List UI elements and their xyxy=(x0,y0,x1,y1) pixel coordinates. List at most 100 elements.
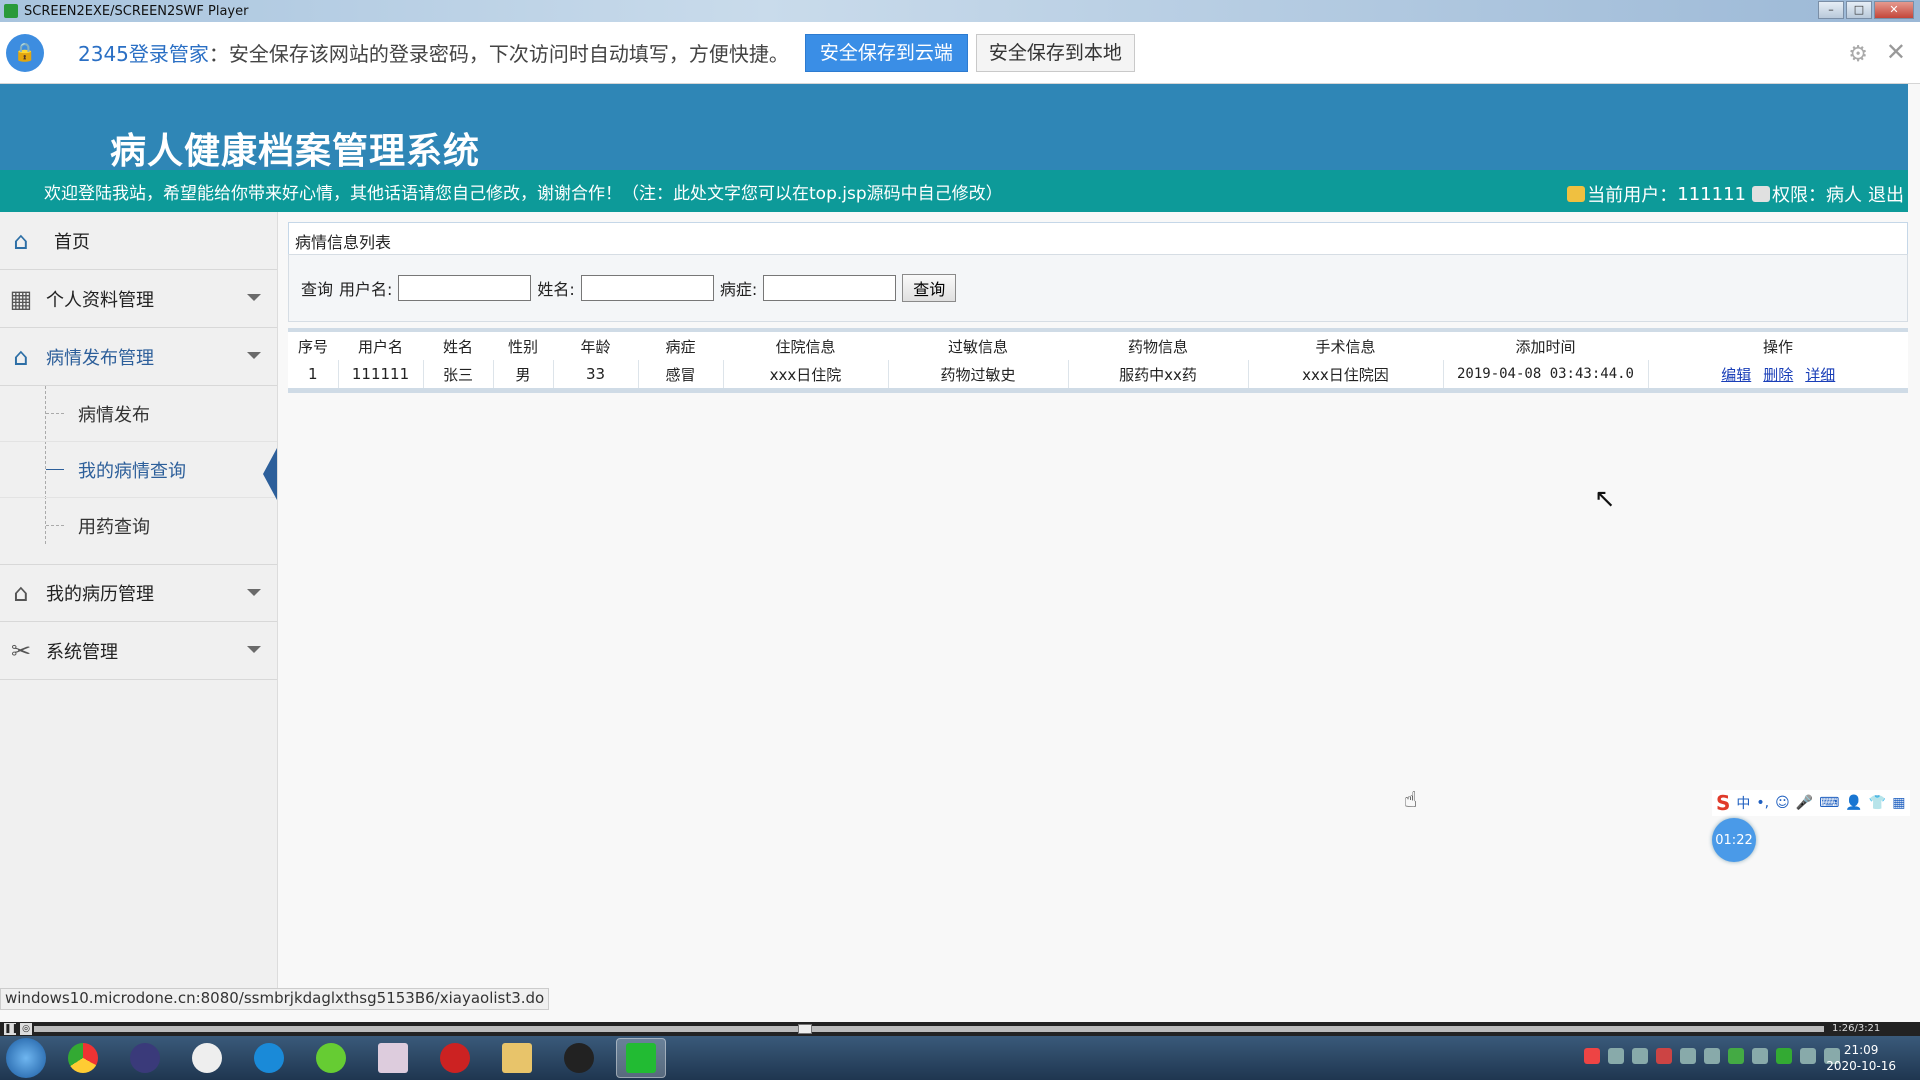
tray-icon[interactable] xyxy=(1680,1048,1696,1064)
close-icon[interactable]: ✕ xyxy=(1886,38,1906,66)
edit-link[interactable]: 编辑 xyxy=(1721,366,1751,384)
emoji-icon[interactable]: ☺ xyxy=(1775,795,1790,811)
stop-icon[interactable]: ◎ xyxy=(20,1023,32,1035)
browser-icon[interactable] xyxy=(244,1038,294,1078)
ime-toolbar[interactable]: S 中 •, ☺ 🎤 ⌨ 👤 👕 ▦ xyxy=(1712,790,1910,816)
sidebar-subitem-label: 病情发布 xyxy=(78,404,150,426)
tray-icon[interactable] xyxy=(1776,1048,1792,1064)
sidebar-subitem-my-condition[interactable]: 我的病情查询 xyxy=(0,442,277,500)
tray-icon[interactable] xyxy=(1728,1048,1744,1064)
folder-icon[interactable] xyxy=(492,1038,542,1078)
volume-icon[interactable] xyxy=(1800,1048,1816,1064)
home-icon: ⌂ xyxy=(13,579,29,607)
start-button[interactable] xyxy=(6,1038,46,1078)
gear-icon[interactable]: ⚙ xyxy=(1848,42,1868,67)
seek-track[interactable] xyxy=(34,1026,1824,1032)
home-icon: ⌂ xyxy=(13,226,29,255)
window-controls: – □ ✕ xyxy=(1818,1,1914,19)
sidebar-subitem-label: 用药查询 xyxy=(78,517,150,538)
seek-thumb[interactable] xyxy=(798,1024,812,1034)
table-cell: xxx日住院因 xyxy=(1248,360,1444,388)
chevron-down-icon xyxy=(247,294,261,301)
sidebar-item-label: 个人资料管理 xyxy=(46,289,154,311)
player-seekbar: ❚❚ ◎ 1:26/3:21 xyxy=(0,1022,1920,1036)
leaf-app-icon[interactable] xyxy=(306,1038,356,1078)
status-url: windows10.microdone.cn:8080/ssmbrjkdaglx… xyxy=(0,988,550,1010)
table-cell: 药物过敏史 xyxy=(888,360,1069,388)
table-row: 1 111111 张三 男 33 感冒 xxx日住院 药物过敏史 服药中xx药 … xyxy=(288,360,1908,388)
disease-input[interactable] xyxy=(763,275,897,301)
ime-mode[interactable]: 中 xyxy=(1736,793,1750,813)
name-input[interactable] xyxy=(580,275,714,301)
column-header: 性别 xyxy=(493,332,553,360)
table-cell: xxx日住院 xyxy=(723,360,889,388)
baidu-netdisk-icon[interactable] xyxy=(182,1038,232,1078)
sogou-icon: S xyxy=(1716,791,1731,815)
table-header-row: 序号 用户名 姓名 性别 年龄 病症 住院信息 过敏信息 药物信息 手术信息 添… xyxy=(288,332,1908,360)
close-window-button[interactable]: ✕ xyxy=(1874,1,1914,19)
chart-app-icon[interactable] xyxy=(368,1038,418,1078)
column-header: 添加时间 xyxy=(1443,332,1648,360)
query-label: 查询 xyxy=(301,280,334,299)
flash-icon[interactable] xyxy=(430,1038,480,1078)
save-to-local-button[interactable]: 安全保存到本地 xyxy=(975,33,1135,72)
clock-time: 21:09 xyxy=(1843,1043,1879,1057)
tray-icon[interactable] xyxy=(1608,1048,1624,1064)
player-app-icon xyxy=(4,4,18,18)
grid-icon[interactable]: ▦ xyxy=(1892,795,1905,811)
mic-icon[interactable]: 🎤 xyxy=(1796,795,1813,811)
home-icon: ⌂ xyxy=(13,342,29,371)
window-title: SCREEN2EXE/SCREEN2SWF Player xyxy=(24,3,249,19)
table-cell: 33 xyxy=(553,360,639,388)
sidebar-subitem-medication[interactable]: 用药查询 xyxy=(0,498,277,554)
username-input[interactable] xyxy=(398,275,532,301)
search-button[interactable]: 查询 xyxy=(902,274,957,302)
player-time: 1:26/3:21 xyxy=(1832,1023,1881,1034)
minimize-button[interactable]: – xyxy=(1818,1,1844,19)
logout-link[interactable]: 退出 xyxy=(1868,181,1904,207)
user-icon[interactable]: 👤 xyxy=(1845,795,1862,811)
chrome-icon[interactable] xyxy=(58,1038,108,1078)
punctuation-icon[interactable]: •, xyxy=(1756,795,1769,811)
table-cell: 111111 xyxy=(338,360,424,388)
detail-link[interactable]: 详细 xyxy=(1805,366,1835,384)
tray-icon[interactable] xyxy=(1632,1048,1648,1064)
tray-icon[interactable] xyxy=(1656,1048,1672,1064)
welcome-bar: 欢迎登陆我站，希望能给你带来好心情，其他话语请您自己修改，谢谢合作！（注：此处文… xyxy=(0,170,1908,212)
save-to-cloud-button[interactable]: 安全保存到云端 xyxy=(804,33,968,72)
delete-link[interactable]: 删除 xyxy=(1763,366,1793,384)
skin-icon[interactable]: 👕 xyxy=(1869,795,1886,811)
tray-icon[interactable] xyxy=(1704,1048,1720,1064)
system-title: 病人健康档案管理系统 xyxy=(110,131,481,172)
lock-icon: 🔒 xyxy=(6,33,44,72)
role-icon xyxy=(1752,186,1770,202)
pause-icon[interactable]: ❚❚ xyxy=(4,1023,19,1035)
pwbar-message: ：安全保存该网站的登录密码，下次访问时自动填写，方便快捷。 xyxy=(208,42,789,66)
sidebar-subitem-publish[interactable]: 病情发布 xyxy=(0,386,277,442)
chevron-down-icon xyxy=(247,589,261,596)
browser-content: 🔒 2345登录管家 ：安全保存该网站的登录密码，下次访问时自动填写，方便快捷。… xyxy=(0,22,1920,1030)
sidebar-item-profile[interactable]: ▦ 个人资料管理 xyxy=(0,270,277,328)
eclipse-icon[interactable] xyxy=(120,1038,170,1078)
sidebar-subitem-label: 我的病情查询 xyxy=(78,460,186,482)
sidebar-item-home[interactable]: ⌂ 首页 xyxy=(0,212,277,270)
tray-icon[interactable] xyxy=(1584,1048,1600,1064)
window-titlebar: SCREEN2EXE/SCREEN2SWF Player – □ ✕ xyxy=(0,0,1920,22)
sidebar-item-condition-publish[interactable]: ⌂ 病情发布管理 xyxy=(0,328,277,386)
sidebar-item-system[interactable]: ✂ 系统管理 xyxy=(0,622,277,680)
column-header: 序号 xyxy=(288,332,338,360)
column-header: 年龄 xyxy=(553,332,638,360)
maximize-button[interactable]: □ xyxy=(1846,1,1872,19)
timer-badge[interactable]: 01:22 xyxy=(1712,818,1756,862)
panel-title: 病情信息列表 xyxy=(288,222,1908,254)
mouse-pointer-icon: ↖ xyxy=(1594,484,1616,514)
keyboard-icon[interactable]: ⌨ xyxy=(1819,795,1839,811)
screen-player-icon[interactable] xyxy=(616,1038,666,1078)
qq-icon[interactable] xyxy=(554,1038,604,1078)
table-cell: 感冒 xyxy=(638,360,724,388)
chevron-down-icon xyxy=(247,646,261,653)
sidebar-item-records[interactable]: ⌂ 我的病历管理 xyxy=(0,564,277,622)
clock[interactable]: 21:09 2020-10-16 xyxy=(1826,1042,1896,1074)
tools-icon: ✂ xyxy=(10,636,32,665)
tray-icon[interactable] xyxy=(1752,1048,1768,1064)
